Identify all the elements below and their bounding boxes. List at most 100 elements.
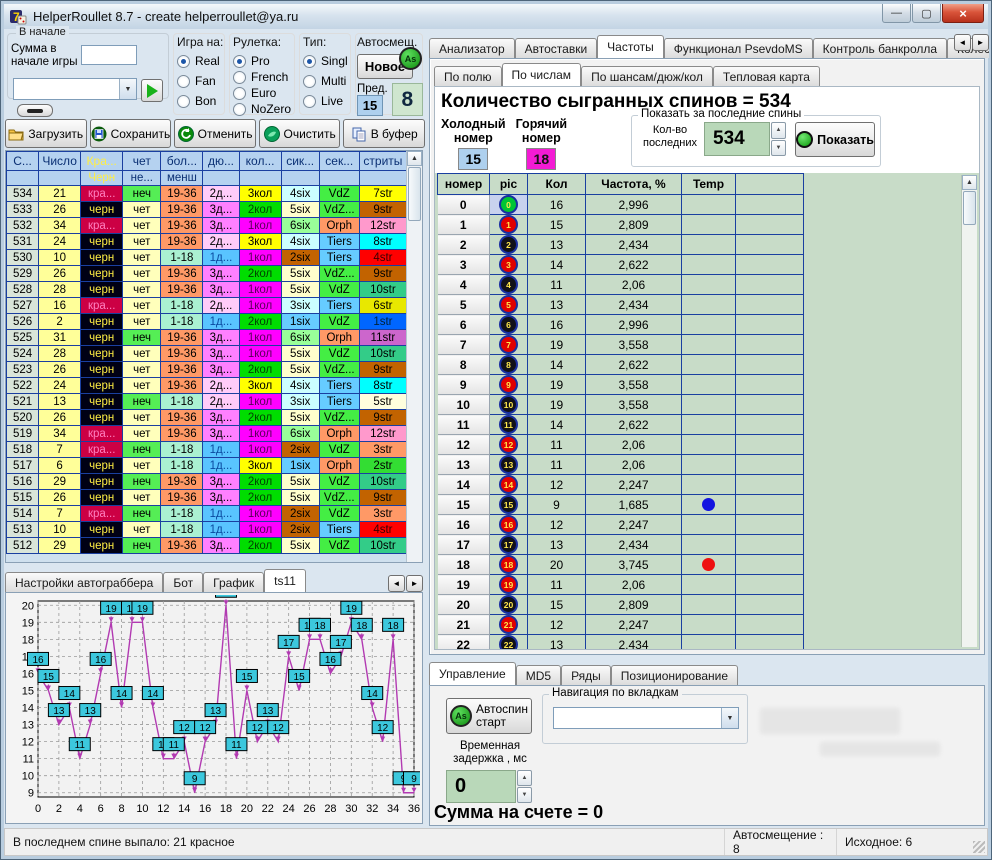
close-button[interactable]: × — [942, 4, 984, 23]
bottom-tab-1[interactable]: Управление — [429, 662, 516, 685]
spins-row[interactable]: 52224чернчет19-362д...3кол4sixTiers8str — [7, 378, 407, 394]
radio-option-nozero[interactable]: NoZero — [233, 102, 291, 116]
freq-row[interactable]: 1717132,434 — [438, 535, 804, 555]
scroll-up-icon[interactable]: ▲ — [407, 151, 422, 166]
spins-row[interactable]: 53124чернчет19-362д...3кол4sixTiers8str — [7, 234, 407, 250]
очистить-button[interactable]: Очистить — [259, 119, 341, 148]
main-tab-4[interactable]: Функционал PsevdoMS — [664, 38, 813, 58]
start-sum-input[interactable] — [81, 45, 137, 65]
сохранить-button[interactable]: Сохранить — [90, 119, 172, 148]
в буфер-button[interactable]: В буфер — [343, 119, 425, 148]
freq-scroll-up-icon[interactable]: ▲ — [962, 175, 977, 190]
spins-row[interactable]: 5176чернчет1-181д...3кол1sixOrph2str — [7, 458, 407, 474]
radio-icon[interactable] — [177, 95, 190, 108]
freq-sub-tab-3[interactable]: По шансам/дюж/кол — [581, 66, 713, 86]
spins-row[interactable]: 52113черннеч1-182д...1кол3sixTiers5str — [7, 394, 407, 410]
main-tab-5[interactable]: Контроль банкролла — [813, 38, 947, 58]
radio-icon[interactable] — [233, 103, 246, 116]
freq-row[interactable]: 1919112,06 — [438, 575, 804, 595]
отменить-button[interactable]: Отменить — [174, 119, 256, 148]
minimize-button[interactable]: — — [882, 4, 911, 23]
freq-row[interactable]: 1111142,622 — [438, 415, 804, 435]
tabs-scroll-left-icon[interactable]: ◄ — [388, 575, 405, 592]
radio-icon[interactable] — [233, 87, 246, 100]
bottom-tab-2[interactable]: MD5 — [516, 665, 561, 685]
left-tab-1[interactable]: Настройки автограббера — [5, 572, 163, 592]
combobox-dropdown-icon[interactable]: ▼ — [119, 79, 136, 99]
radio-option-fan[interactable]: Fan — [177, 74, 223, 88]
spins-row[interactable]: 53234кра...чет19-363д...1кол6sixOrph12st… — [7, 218, 407, 234]
dash-button[interactable] — [17, 104, 53, 117]
freq-row[interactable]: 1010193,558 — [438, 395, 804, 415]
radio-icon[interactable] — [303, 55, 316, 68]
spins-row[interactable]: 5187кра...неч1-181д...1кол2sixVdZ3str — [7, 442, 407, 458]
spins-row[interactable]: 51629черннеч19-363д...2кол5sixVdZ10str — [7, 474, 407, 490]
tab-navigation-combobox[interactable]: ▼ — [553, 707, 739, 729]
freq-sub-tab-4[interactable]: Тепловая карта — [713, 66, 820, 86]
radio-icon[interactable] — [233, 71, 246, 84]
spins-row[interactable]: 52026чернчет19-363д...2кол5sixVdZ...9str — [7, 410, 407, 426]
bottom-tab-3[interactable]: Ряды — [561, 665, 611, 685]
radio-option-live[interactable]: Live — [303, 94, 348, 108]
main-tab-1[interactable]: Анализатор — [429, 38, 515, 58]
freq-row[interactable]: 77193,558 — [438, 335, 804, 355]
radio-option-singl[interactable]: Singl — [303, 54, 348, 68]
freq-sub-tab-1[interactable]: По полю — [434, 66, 502, 86]
spins-row[interactable]: 52326чернчет19-363д...2кол5sixVdZ...9str — [7, 362, 407, 378]
delay-spin-up-icon[interactable]: ▲ — [517, 770, 532, 786]
resize-grip[interactable] — [973, 841, 985, 853]
count-spin-down-icon[interactable]: ▼ — [771, 140, 786, 157]
delay-spin-down-icon[interactable]: ▼ — [517, 787, 532, 803]
spins-row[interactable]: 51310чернчет1-181д...1кол2sixTiers4str — [7, 522, 407, 538]
spins-vertical-scrollbar[interactable]: ▲ — [406, 151, 422, 562]
freq-row[interactable]: 88142,622 — [438, 355, 804, 375]
radio-icon[interactable] — [177, 55, 190, 68]
freq-row[interactable]: 2020152,809 — [438, 595, 804, 615]
freq-row[interactable]: 99193,558 — [438, 375, 804, 395]
freq-row[interactable]: 00162,996 — [438, 195, 804, 215]
tabs-scroll-right-icon[interactable]: ► — [406, 575, 423, 592]
play-button[interactable] — [141, 79, 163, 102]
freq-row[interactable]: 11152,809 — [438, 215, 804, 235]
freq-row[interactable]: 2121122,247 — [438, 615, 804, 635]
as-badge-icon[interactable]: As — [399, 47, 422, 70]
spins-row[interactable]: 52926чернчет19-363д...2кол5sixVdZ...9str — [7, 266, 407, 282]
freq-row[interactable]: 44112,06 — [438, 275, 804, 295]
spins-row[interactable]: 53010чернчет1-181д...1кол2sixTiers4str — [7, 250, 407, 266]
spins-row[interactable]: 53421кра...неч19-362д...3кол4sixVdZ7str — [7, 186, 407, 202]
freq-row[interactable]: 22132,434 — [438, 235, 804, 255]
radio-icon[interactable] — [303, 95, 316, 108]
freq-row[interactable]: 33142,622 — [438, 255, 804, 275]
spins-row[interactable]: 5147кра...неч1-181д...1кол2sixVdZ3str — [7, 506, 407, 522]
radio-option-real[interactable]: Real — [177, 54, 223, 68]
tab-navigation-dropdown-icon[interactable]: ▼ — [721, 708, 738, 728]
spins-row[interactable]: 52428чернчет19-363д...1кол5sixVdZ10str — [7, 346, 407, 362]
spins-row[interactable]: 52828чернчет19-363д...1кол5sixVdZ10str — [7, 282, 407, 298]
last-spins-count-input[interactable]: 534 — [704, 122, 770, 156]
autospin-start-button[interactable]: As Автоспинстарт — [446, 698, 532, 734]
freq-row[interactable]: 1212112,06 — [438, 435, 804, 455]
spins-row[interactable]: 53326чернчет19-363д...2кол5sixVdZ...9str — [7, 202, 407, 218]
main-tabs-scroll-right-icon[interactable]: ► — [972, 34, 989, 51]
delay-input[interactable]: 0 — [446, 770, 516, 803]
radio-option-pro[interactable]: Pro — [233, 54, 291, 68]
spins-row[interactable]: 51526чернчет19-363д...2кол5sixVdZ...9str — [7, 490, 407, 506]
freq-row[interactable]: 1616122,247 — [438, 515, 804, 535]
spins-row[interactable]: 5262чернчет1-181д...2кол1sixVdZ1str — [7, 314, 407, 330]
spins-row[interactable]: 51229черннеч19-363д...2кол5sixVdZ10str — [7, 538, 407, 554]
radio-option-bon[interactable]: Bon — [177, 94, 223, 108]
freq-row[interactable]: 66162,996 — [438, 315, 804, 335]
spins-row[interactable]: 52716кра...чет1-182д...1кол3sixTiers6str — [7, 298, 407, 314]
freq-vertical-scrollbar[interactable]: ▲ — [961, 175, 977, 647]
radio-option-french[interactable]: French — [233, 70, 291, 84]
freq-row[interactable]: 1313112,06 — [438, 455, 804, 475]
left-tab-2[interactable]: Бот — [163, 572, 203, 592]
title-bar[interactable]: 7 HelperRoullet 8.7 - create helperroull… — [4, 4, 988, 29]
freq-sub-tab-2[interactable]: По числам — [502, 63, 582, 86]
загрузить-button[interactable]: Загрузить — [5, 119, 87, 148]
maximize-button[interactable]: ▢ — [912, 4, 941, 23]
radio-option-multi[interactable]: Multi — [303, 74, 348, 88]
freq-row[interactable]: 2222132,434 — [438, 635, 804, 651]
radio-icon[interactable] — [177, 75, 190, 88]
bottom-tab-4[interactable]: Позиционирование — [611, 665, 738, 685]
